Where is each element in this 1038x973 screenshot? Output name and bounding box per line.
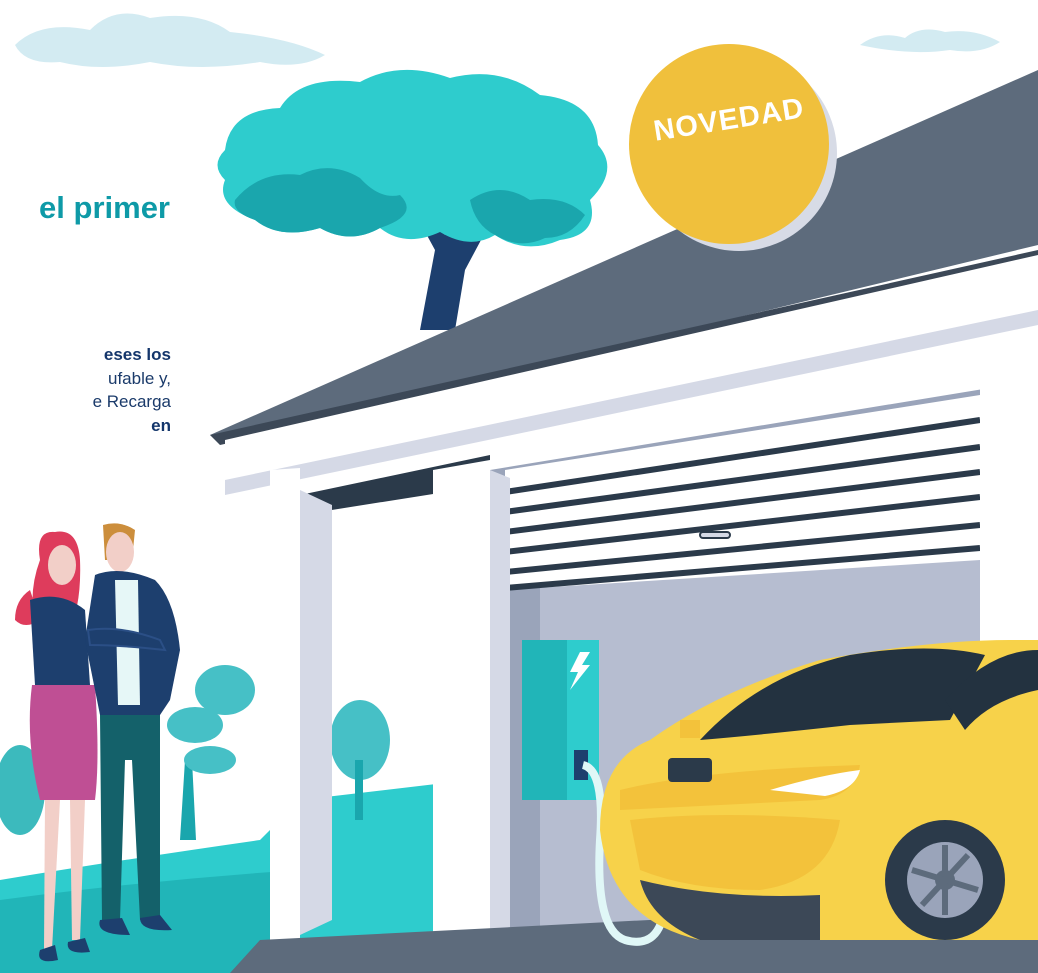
body-line-4: en xyxy=(151,415,171,435)
badge-novedad-circle xyxy=(629,44,837,251)
illustration-scene xyxy=(0,13,1038,973)
body-line-3: e Recarga xyxy=(92,392,171,411)
body-line-2: ufable y, xyxy=(107,368,171,388)
cloud-left xyxy=(15,13,325,67)
body-line-1: eses los xyxy=(103,345,171,364)
cloud-right xyxy=(860,29,1000,53)
body-text: eses los ufable y, e Recarga en xyxy=(0,343,171,437)
headline: el primer xyxy=(39,190,170,225)
